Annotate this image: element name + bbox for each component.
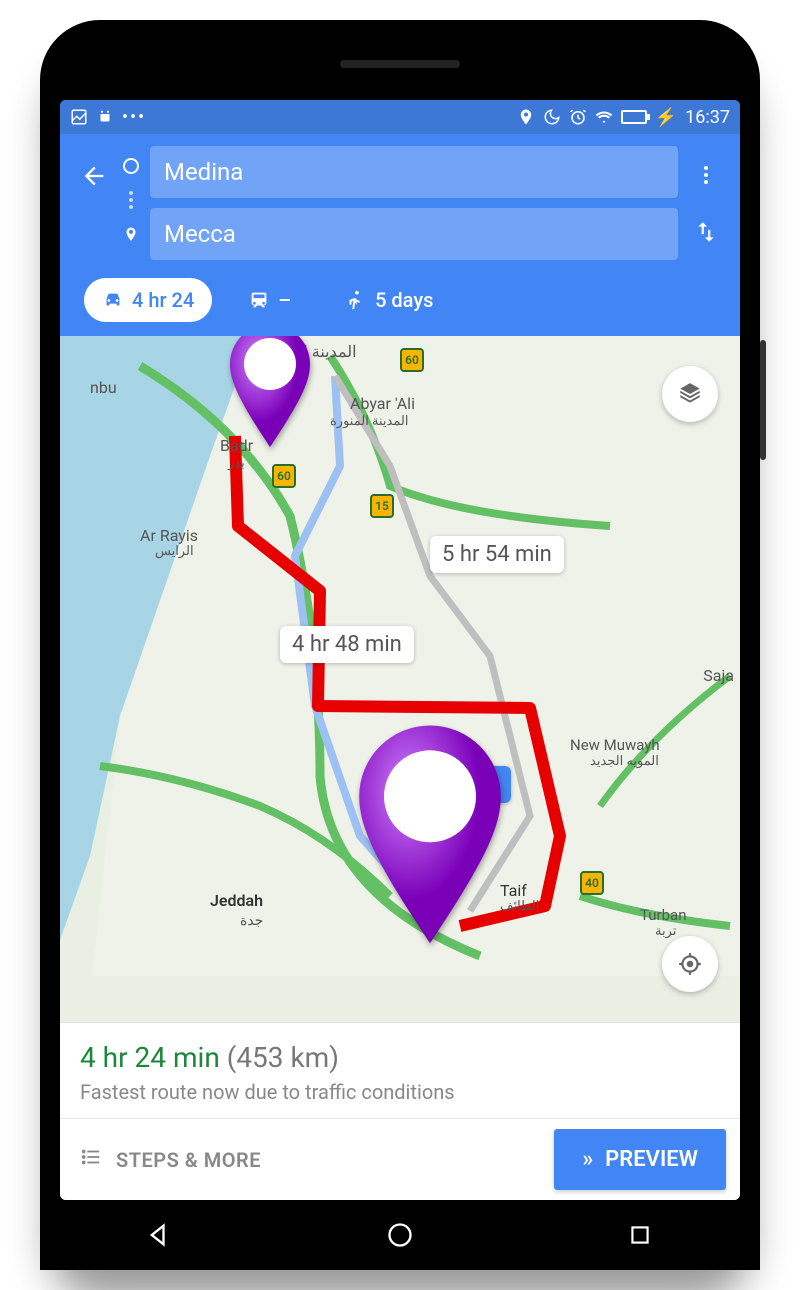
custom-pin-origin bbox=[220, 336, 320, 456]
road-shield-60a: 60 bbox=[400, 348, 424, 372]
alt-route-tooltip-1[interactable]: 5 hr 54 min bbox=[430, 536, 564, 573]
mode-transit-label: – bbox=[278, 288, 291, 312]
road-shield-60b: 60 bbox=[272, 464, 296, 488]
destination-pin-icon bbox=[122, 226, 140, 248]
route-waypoints-icon bbox=[122, 146, 140, 260]
battery-icon bbox=[621, 110, 647, 124]
origin-input[interactable]: Medina bbox=[150, 146, 678, 198]
preview-label: PREVIEW bbox=[605, 1147, 698, 1172]
route-note: Fastest route now due to traffic conditi… bbox=[80, 1080, 720, 1104]
moon-icon bbox=[543, 108, 561, 126]
chevrons-icon: » bbox=[582, 1147, 593, 1172]
route-summary: 4 hr 24 min (453 km) bbox=[80, 1041, 720, 1074]
steps-and-more-button[interactable]: STEPS & MORE bbox=[60, 1119, 554, 1200]
charging-icon: ⚡ bbox=[655, 107, 677, 128]
mode-drive-label: 4 hr 24 bbox=[132, 288, 194, 312]
android-icon bbox=[96, 108, 114, 126]
road-shield-40: 40 bbox=[580, 871, 604, 895]
mode-walk-chip[interactable]: 5 days bbox=[327, 278, 451, 322]
android-navbar bbox=[40, 1200, 760, 1270]
clock-text: 16:37 bbox=[685, 107, 730, 128]
alarm-icon bbox=[569, 108, 587, 126]
alt-route-tooltip-2[interactable]: 4 hr 48 min bbox=[280, 626, 414, 663]
mode-drive-chip[interactable]: 4 hr 24 bbox=[84, 278, 212, 322]
nav-home-button[interactable] bbox=[380, 1215, 420, 1255]
steps-label: STEPS & MORE bbox=[116, 1148, 261, 1172]
preview-button[interactable]: » PREVIEW bbox=[554, 1129, 726, 1190]
nav-back-button[interactable] bbox=[140, 1215, 180, 1255]
android-statusbar: ••• ⚡ 16:37 bbox=[60, 100, 740, 134]
back-button[interactable] bbox=[76, 158, 112, 194]
origin-circle-icon bbox=[123, 158, 139, 174]
image-icon bbox=[70, 108, 88, 126]
wifi-icon bbox=[595, 108, 613, 126]
my-location-button[interactable] bbox=[662, 936, 718, 992]
overflow-menu-button[interactable] bbox=[688, 157, 724, 193]
mode-walk-label: 5 days bbox=[375, 288, 433, 312]
directions-header: Medina Mecca 4 hr 24 bbox=[60, 134, 740, 336]
nav-recent-button[interactable] bbox=[620, 1215, 660, 1255]
road-shield-15: 15 bbox=[370, 494, 394, 518]
layers-button[interactable] bbox=[662, 366, 718, 422]
route-detail-card: 4 hr 24 min (453 km) Fastest route now d… bbox=[60, 1022, 740, 1200]
swap-button[interactable] bbox=[688, 214, 724, 250]
location-icon bbox=[517, 108, 535, 126]
custom-pin-destination bbox=[340, 722, 520, 956]
mode-transit-chip[interactable]: – bbox=[230, 278, 309, 322]
list-icon bbox=[80, 1146, 102, 1173]
more-notifications-icon: ••• bbox=[122, 107, 146, 128]
destination-input[interactable]: Mecca bbox=[150, 208, 678, 260]
map-area[interactable]: المدينة المنورة Abyar 'Ali المدينة المنو… bbox=[60, 336, 740, 1022]
route-distance: (453 km) bbox=[227, 1041, 339, 1074]
route-duration: 4 hr 24 min bbox=[80, 1041, 220, 1074]
